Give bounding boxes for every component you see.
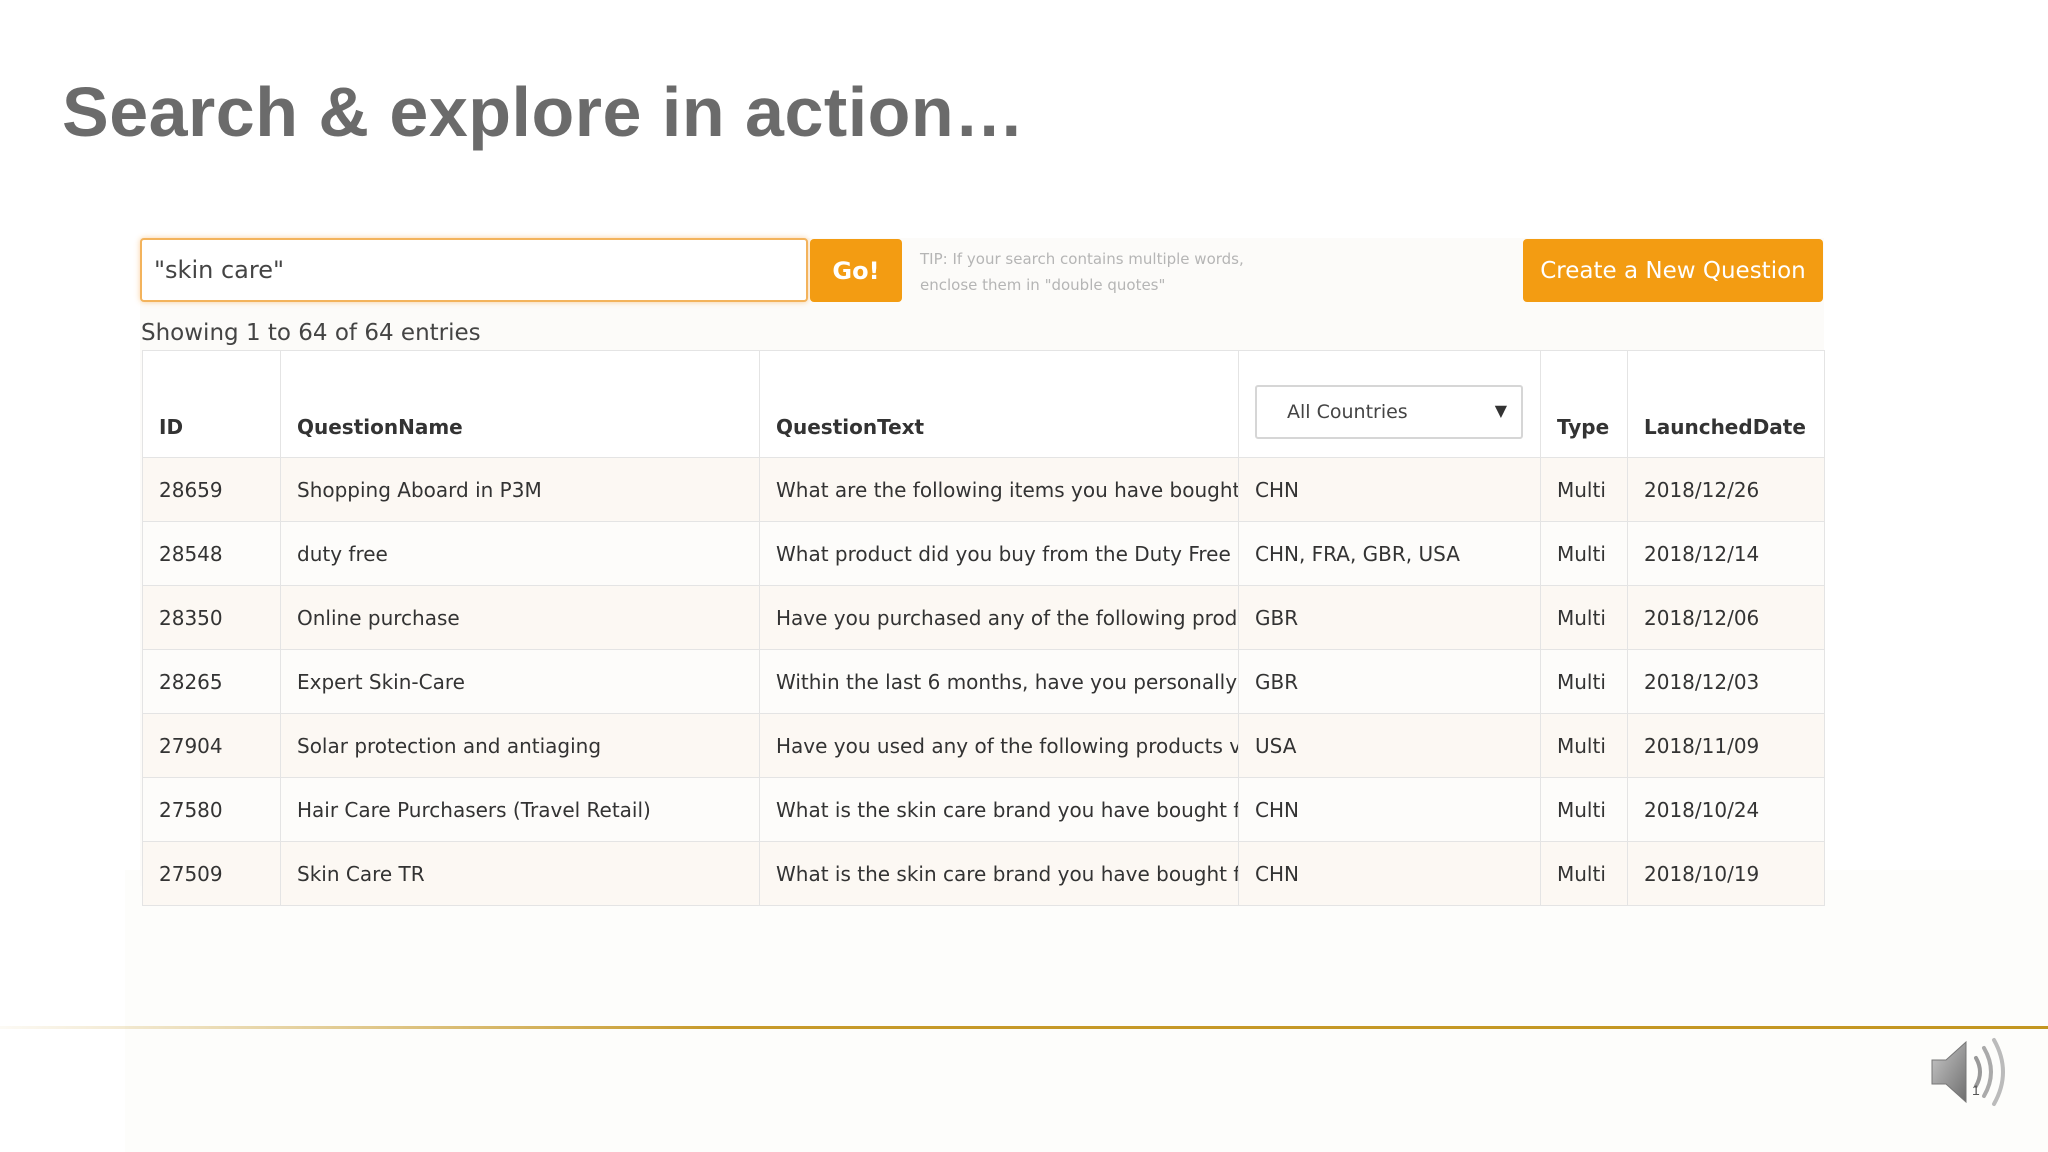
header-country: All Countries ▼ — [1238, 350, 1541, 458]
cell-launched-date: 2018/12/14 — [1627, 521, 1825, 586]
questions-table: ID QuestionName QuestionText All Countri… — [142, 350, 1825, 906]
cell-countries: USA — [1238, 713, 1541, 778]
cell-question-name: Skin Care TR — [280, 841, 760, 906]
cell-question-name: duty free — [280, 521, 760, 586]
cell-type: Multi — [1540, 649, 1628, 714]
cell-question-text: What product did you buy from the Duty F… — [759, 521, 1239, 586]
cell-question-text: What is the skin care brand you have bou… — [759, 841, 1239, 906]
caret-down-icon: ▼ — [1494, 401, 1507, 420]
table-row[interactable]: 27904 Solar protection and antiaging Hav… — [142, 713, 1825, 778]
cell-question-text: Within the last 6 months, have you perso… — [759, 649, 1239, 714]
cell-countries: CHN — [1238, 777, 1541, 842]
page-number: 1 — [1972, 1082, 1980, 1098]
cell-question-name: Hair Care Purchasers (Travel Retail) — [280, 777, 760, 842]
cell-countries: CHN — [1238, 457, 1541, 522]
table-row[interactable]: 28265 Expert Skin-Care Within the last 6… — [142, 649, 1825, 714]
cell-question-text: What is the skin care brand you have bou… — [759, 777, 1239, 842]
cell-question-text: What are the following items you have bo… — [759, 457, 1239, 522]
cell-type: Multi — [1540, 841, 1628, 906]
country-filter-select[interactable]: All Countries ▼ — [1255, 385, 1523, 439]
cell-launched-date: 2018/12/03 — [1627, 649, 1825, 714]
table-row[interactable]: 28350 Online purchase Have you purchased… — [142, 585, 1825, 650]
cell-question-name: Shopping Aboard in P3M — [280, 457, 760, 522]
cell-type: Multi — [1540, 457, 1628, 522]
create-question-button[interactable]: Create a New Question — [1523, 239, 1823, 302]
table-row[interactable]: 27580 Hair Care Purchasers (Travel Retai… — [142, 777, 1825, 842]
go-button[interactable]: Go! — [810, 239, 902, 302]
slide-background-panel — [125, 870, 2048, 1152]
cell-id: 27580 — [142, 777, 281, 842]
table-row[interactable]: 27509 Skin Care TR What is the skin care… — [142, 841, 1825, 906]
search-input[interactable] — [140, 238, 808, 302]
slide-title: Search & explore in action… — [62, 73, 1025, 151]
cell-countries: GBR — [1238, 649, 1541, 714]
cell-type: Multi — [1540, 521, 1628, 586]
cell-countries: GBR — [1238, 585, 1541, 650]
cell-id: 27904 — [142, 713, 281, 778]
table-row[interactable]: 28548 duty free What product did you buy… — [142, 521, 1825, 586]
header-id[interactable]: ID — [142, 350, 281, 458]
cell-question-text: Have you used any of the following produ… — [759, 713, 1239, 778]
cell-id: 28548 — [142, 521, 281, 586]
cell-launched-date: 2018/10/24 — [1627, 777, 1825, 842]
table-row[interactable]: 28659 Shopping Aboard in P3M What are th… — [142, 457, 1825, 522]
entries-count: Showing 1 to 64 of 64 entries — [141, 320, 481, 346]
cell-id: 28265 — [142, 649, 281, 714]
speaker-icon[interactable] — [1928, 1030, 2012, 1114]
search-app: Go! TIP: If your search contains multipl… — [140, 238, 1825, 906]
cell-type: Multi — [1540, 585, 1628, 650]
table-header-row: ID QuestionName QuestionText All Countri… — [142, 350, 1825, 458]
cell-question-name: Solar protection and antiaging — [280, 713, 760, 778]
cell-id: 28659 — [142, 457, 281, 522]
header-question-text[interactable]: QuestionText — [759, 350, 1239, 458]
search-tip: TIP: If your search contains multiple wo… — [920, 250, 1244, 294]
cell-launched-date: 2018/12/06 — [1627, 585, 1825, 650]
cell-launched-date: 2018/12/26 — [1627, 457, 1825, 522]
cell-countries: CHN, FRA, GBR, USA — [1238, 521, 1541, 586]
cell-question-name: Expert Skin-Care — [280, 649, 760, 714]
cell-id: 28350 — [142, 585, 281, 650]
header-question-name[interactable]: QuestionName — [280, 350, 760, 458]
cell-type: Multi — [1540, 777, 1628, 842]
cell-id: 27509 — [142, 841, 281, 906]
country-filter-value: All Countries — [1287, 401, 1408, 423]
slide-divider — [0, 1026, 2048, 1029]
header-launched-date[interactable]: LaunchedDate — [1627, 350, 1825, 458]
cell-question-name: Online purchase — [280, 585, 760, 650]
cell-launched-date: 2018/11/09 — [1627, 713, 1825, 778]
cell-question-text: Have you purchased any of the following … — [759, 585, 1239, 650]
cell-countries: CHN — [1238, 841, 1541, 906]
header-type[interactable]: Type — [1540, 350, 1628, 458]
cell-launched-date: 2018/10/19 — [1627, 841, 1825, 906]
cell-type: Multi — [1540, 713, 1628, 778]
